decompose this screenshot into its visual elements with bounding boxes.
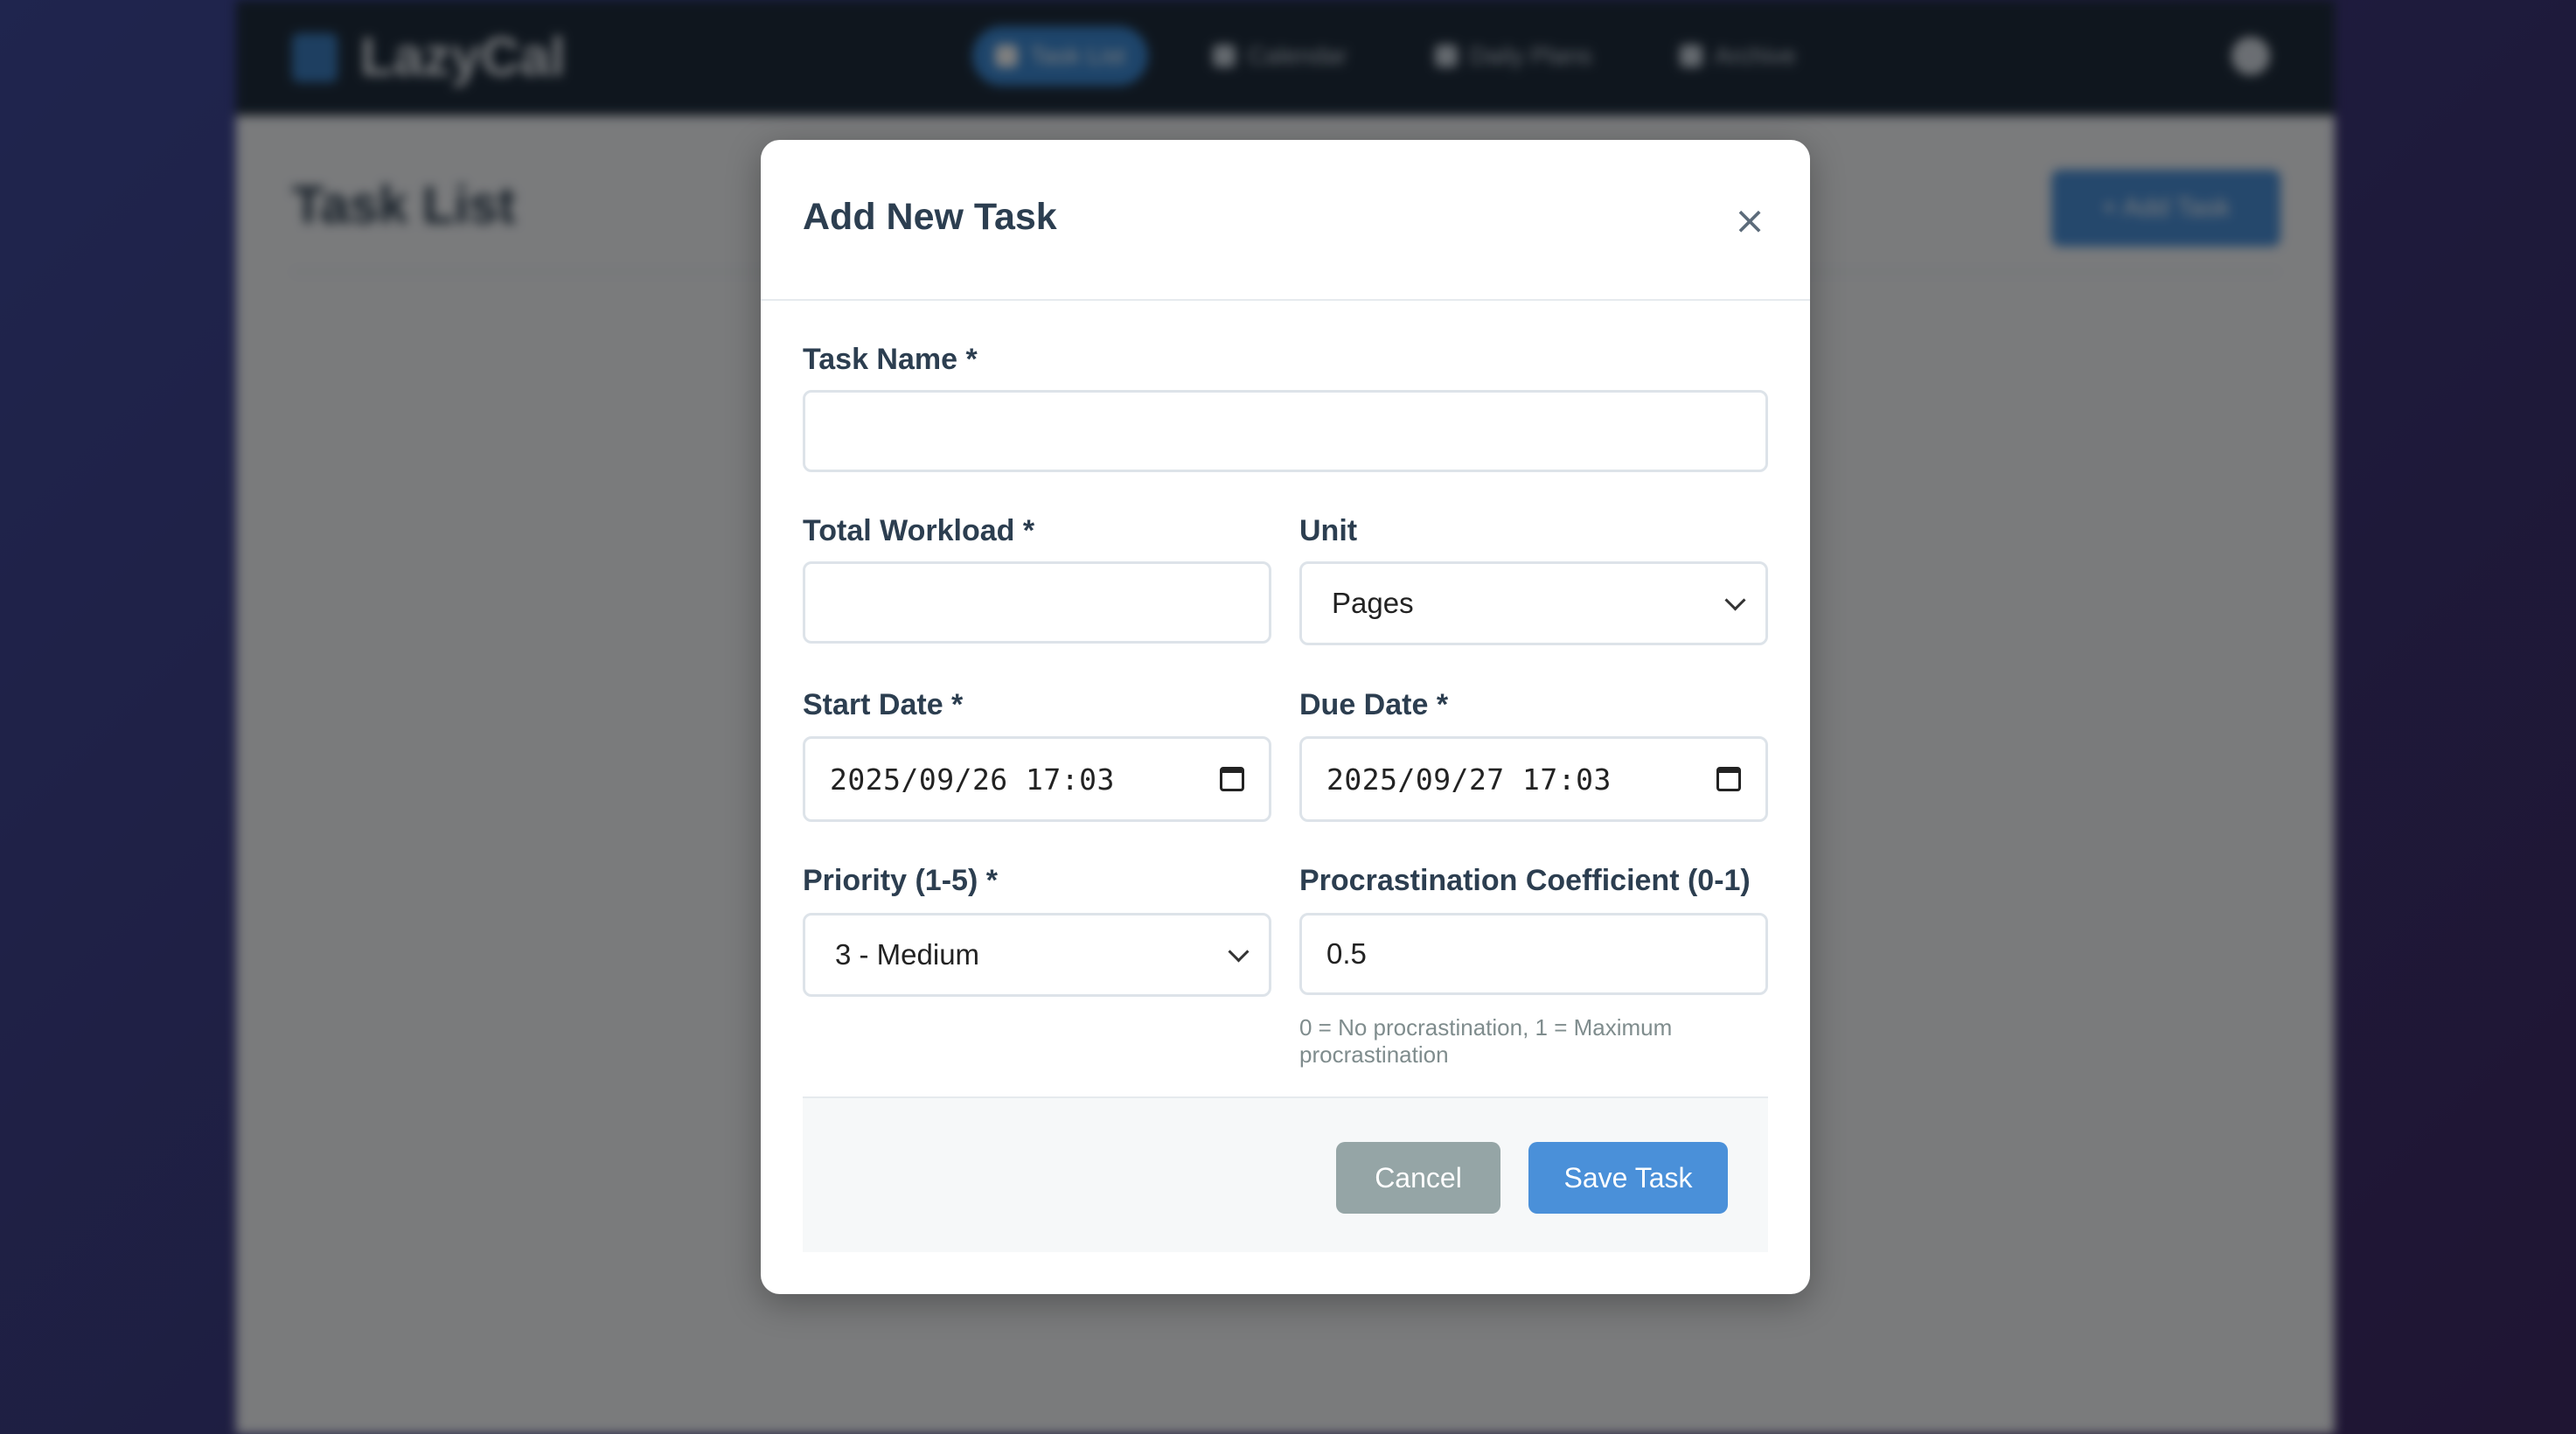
chevron-down-icon [1724, 588, 1746, 611]
start-date-input[interactable]: 2025/09/26 17:03 [803, 736, 1271, 822]
task-name-label: Task Name * [803, 343, 978, 376]
priority-select[interactable]: 3 - Medium [803, 913, 1271, 997]
procrastination-input[interactable]: 0.5 [1299, 913, 1768, 995]
priority-selected-value: 3 - Medium [835, 938, 980, 971]
start-date-value: 2025/09/26 17:03 [830, 762, 1115, 797]
modal-header: Add New Task × [761, 140, 1810, 301]
due-date-label: Due Date * [1299, 688, 1449, 721]
due-date-input[interactable]: 2025/09/27 17:03 [1299, 736, 1768, 822]
modal-footer: Cancel Save Task [803, 1096, 1768, 1252]
total-workload-input[interactable] [803, 561, 1271, 644]
unit-select[interactable]: Pages [1299, 561, 1768, 645]
calendar-picker-icon[interactable] [1220, 767, 1244, 791]
due-date-value: 2025/09/27 17:03 [1326, 762, 1612, 797]
priority-label: Priority (1-5) * [803, 864, 998, 897]
calendar-picker-icon[interactable] [1716, 767, 1741, 791]
save-task-button[interactable]: Save Task [1528, 1142, 1728, 1214]
chevron-down-icon [1228, 940, 1250, 963]
procrastination-label: Procrastination Coefficient (0-1) [1299, 864, 1751, 897]
total-workload-label: Total Workload * [803, 514, 1035, 547]
modal-title: Add New Task [803, 196, 1057, 238]
unit-label: Unit [1299, 514, 1358, 547]
close-icon[interactable]: × [1728, 199, 1772, 243]
procrastination-help-text: 0 = No procrastination, 1 = Maximum proc… [1299, 1014, 1673, 1068]
start-date-label: Start Date * [803, 688, 964, 721]
cancel-button[interactable]: Cancel [1336, 1142, 1500, 1214]
add-task-modal: Add New Task × Task Name * Total Workloa… [761, 140, 1810, 1294]
task-name-input[interactable] [803, 390, 1768, 472]
unit-selected-value: Pages [1332, 587, 1414, 619]
